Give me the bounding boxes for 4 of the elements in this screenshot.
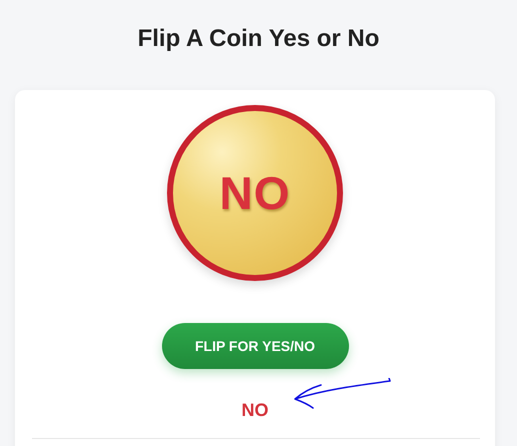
flip-button[interactable]: FLIP FOR YES/NO bbox=[162, 323, 348, 369]
result-text: NO bbox=[242, 400, 268, 420]
coin-face: NO bbox=[220, 166, 290, 220]
page-title: Flip A Coin Yes or No bbox=[136, 24, 380, 54]
